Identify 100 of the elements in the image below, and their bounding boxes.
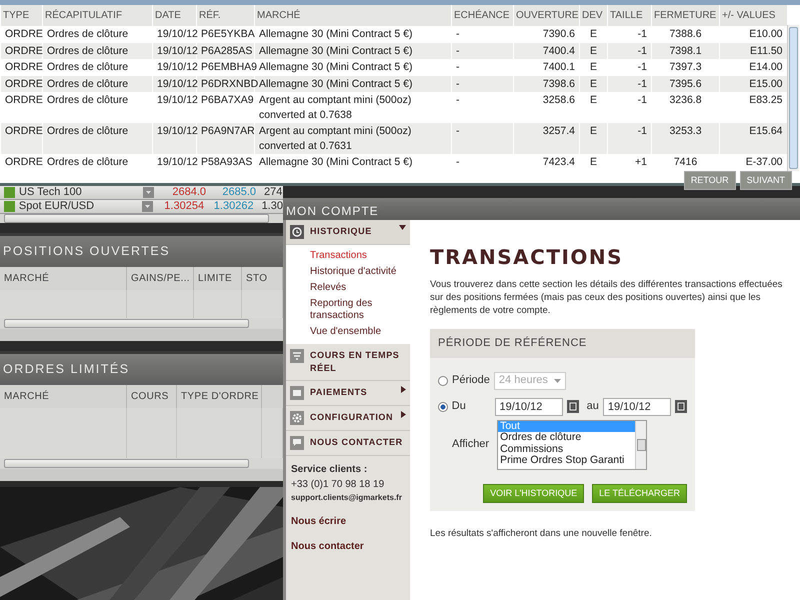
date-field[interactable]: 19/10/12 bbox=[494, 398, 563, 416]
column-header[interactable]: ECHÉANCE bbox=[452, 5, 514, 26]
scrollbar[interactable] bbox=[0, 458, 283, 468]
menu-link[interactable]: Transactions bbox=[310, 248, 410, 264]
table-cell: Ordres de clôture bbox=[42, 76, 152, 92]
scrollbar[interactable] bbox=[786, 25, 798, 170]
table-cell: Allemagne 30 (Mini Contract 5 €) bbox=[254, 42, 452, 59]
table-cell: 7400.4 bbox=[514, 42, 580, 59]
table-cell: ORDRE bbox=[0, 42, 42, 59]
menu-link[interactable]: Relevés bbox=[310, 280, 410, 296]
caret-right-icon bbox=[401, 411, 406, 418]
clock-icon bbox=[290, 225, 304, 239]
menu-link[interactable]: Vue d'ensemble bbox=[310, 324, 410, 340]
panel-title: MON COMPTE bbox=[283, 198, 800, 220]
scrollbar[interactable] bbox=[0, 318, 283, 329]
table-cell: Ordres de clôture bbox=[42, 42, 152, 59]
table-cell: - bbox=[452, 42, 514, 59]
menu-link[interactable]: Reporting des transactions bbox=[310, 296, 410, 324]
page-heading: TRANSACTIONS bbox=[430, 244, 624, 271]
column-header[interactable]: RÉF. bbox=[196, 5, 254, 26]
scrollbar[interactable] bbox=[0, 214, 283, 223]
table-cell: -1 bbox=[608, 42, 652, 59]
market-name: US Tech 100 bbox=[19, 186, 83, 200]
table-cell: P58A93AS bbox=[196, 154, 254, 170]
calendar-icon bbox=[675, 400, 687, 413]
buy-price: 1.30262 bbox=[212, 199, 254, 214]
table-cell: E bbox=[580, 154, 608, 170]
table-cell: - bbox=[452, 154, 514, 170]
market-row[interactable]: Spot EUR/USD 1.30254 1.30262 1.30 bbox=[0, 200, 283, 214]
market-name: Spot EUR/USD bbox=[18, 199, 96, 214]
table-cell: E11.50 bbox=[720, 42, 786, 59]
sell-price: 1.30254 bbox=[163, 199, 204, 214]
table-cell: 19/10/12 bbox=[152, 123, 196, 154]
menu-link[interactable]: Historique d'activité bbox=[310, 264, 410, 280]
table-cell: 19/10/12 bbox=[152, 42, 196, 59]
column-header[interactable]: RÉCAPITULATIF bbox=[42, 5, 152, 26]
column-header[interactable]: TYPE bbox=[0, 5, 42, 26]
table-cell: - bbox=[452, 123, 514, 154]
table-cell: 7398.6 bbox=[514, 76, 580, 92]
column-header[interactable]: FERMETURE bbox=[652, 5, 720, 26]
form-title: PÉRIODE DE RÉFÉRENCE bbox=[430, 329, 695, 358]
table-cell: 7395.6 bbox=[652, 76, 720, 92]
contact-link[interactable]: Nous écrire bbox=[291, 514, 405, 529]
column-header[interactable]: TAILLE bbox=[608, 5, 652, 26]
phone-number: +33 (0)1 70 98 18 19 bbox=[291, 478, 386, 492]
table-cell: ORDRE bbox=[0, 76, 42, 92]
contact-link[interactable]: Nous contacter bbox=[291, 539, 405, 554]
table-cell: +1 bbox=[608, 154, 652, 170]
table-cell: Argent au comptant mini (500oz) converted at 0.7631 bbox=[254, 123, 452, 154]
table-cell: E bbox=[580, 42, 608, 59]
column-header[interactable]: DATE bbox=[152, 5, 196, 26]
dropdown-icon bbox=[142, 201, 153, 212]
column-header[interactable]: OUVERTURE bbox=[514, 5, 580, 26]
list-option[interactable]: Ordres de clôture bbox=[498, 432, 636, 444]
radio-label: Période bbox=[452, 373, 490, 388]
contact-title: Service clients : bbox=[291, 463, 368, 477]
scrollbar[interactable] bbox=[635, 420, 646, 468]
period-select: 24 heures bbox=[494, 372, 566, 390]
list-box[interactable]: Tout Ordres de clôture Commissions Prime Ordres Stop Garanti bbox=[497, 420, 648, 470]
radio-button[interactable] bbox=[438, 402, 448, 412]
panel-title: POSITIONS OUVERTES bbox=[0, 236, 283, 267]
email-address: support.clients@igmarkets.fr bbox=[291, 492, 403, 504]
settings-icon bbox=[290, 411, 304, 425]
list-option[interactable]: Commissions bbox=[498, 444, 636, 455]
table-cell: E bbox=[580, 76, 608, 92]
column-header[interactable]: DEV bbox=[580, 5, 608, 26]
table-cell: Ordres de clôture bbox=[42, 123, 152, 154]
column-header[interactable]: MARCHÉ bbox=[254, 5, 452, 26]
column-header[interactable]: +/- VALUES bbox=[720, 5, 786, 26]
date-field[interactable]: 19/10/12 bbox=[602, 398, 671, 416]
caret-down-icon bbox=[554, 378, 561, 382]
table-cell: 7423.4 bbox=[514, 154, 580, 170]
table-cell: 19/10/12 bbox=[152, 76, 196, 92]
table-cell: 19/10/12 bbox=[152, 154, 196, 170]
panel-title: ORDRES LIMITÉS bbox=[0, 354, 283, 384]
radio-label: Du bbox=[452, 399, 467, 414]
sell-price: 2684.0 bbox=[171, 186, 206, 200]
dropdown-icon bbox=[143, 187, 154, 198]
buy-price: 2685.0 bbox=[221, 186, 256, 200]
filter-icon bbox=[290, 349, 304, 363]
table-cell: 3257.4 bbox=[514, 123, 580, 154]
table-cell: Allemagne 30 (Mini Contract 5 €) bbox=[254, 154, 452, 170]
table-cell: P6A285AS bbox=[196, 42, 254, 59]
menu-item[interactable]: HISTORIQUE bbox=[286, 220, 410, 245]
table-cell: - bbox=[452, 76, 514, 92]
table-cell: E15.00 bbox=[720, 76, 786, 92]
table-cell-text: 1.30 bbox=[262, 199, 283, 214]
table-cell: E bbox=[580, 123, 608, 154]
table-cell: 3253.3 bbox=[652, 123, 720, 154]
list-option[interactable]: Prime Ordres Stop Garanti bbox=[498, 455, 636, 466]
note-text: Les résultats s'afficheront dans une nouvelle fenêtre. bbox=[430, 527, 653, 540]
table-cell: P6A9N7AR bbox=[196, 123, 254, 154]
table-cell: Ordres de clôture bbox=[42, 154, 152, 170]
description-text: Vous trouverez dans cette section les détails des différentes transactions effectuées sur des positions fermées (mais pas ceux des positions ouvertes) ainsi que les règlements de votre compte. bbox=[430, 278, 784, 317]
card-icon bbox=[290, 386, 304, 400]
table-cell: -1 bbox=[608, 123, 652, 154]
market-row[interactable]: US Tech 100 2684.0 2685.0 274 bbox=[0, 186, 283, 200]
caret-right-icon bbox=[401, 386, 406, 393]
calendar-icon bbox=[566, 400, 579, 413]
speech-bubble-icon bbox=[290, 436, 304, 450]
